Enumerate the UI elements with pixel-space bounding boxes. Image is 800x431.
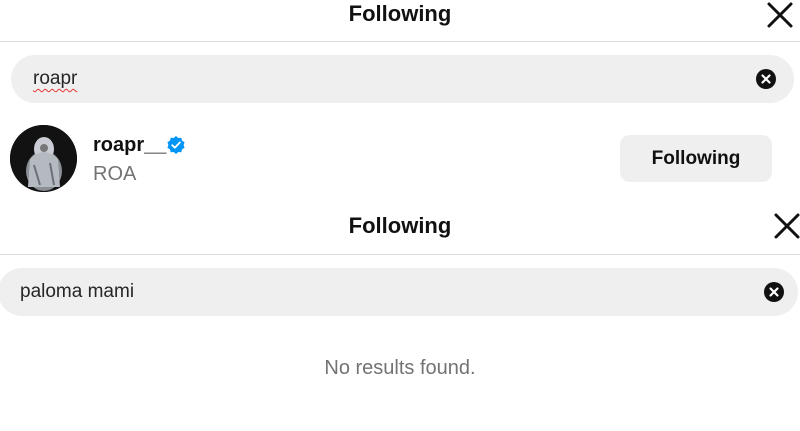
full-name: ROA bbox=[93, 163, 137, 185]
dialog-header: Following bbox=[0, 205, 800, 255]
dialog-title: Following bbox=[348, 1, 452, 26]
search-field[interactable]: roapr bbox=[11, 55, 794, 103]
verified-badge-icon bbox=[166, 135, 186, 155]
search-input[interactable]: paloma mami bbox=[20, 268, 134, 316]
list-item[interactable]: roapr__ ROA Following bbox=[0, 125, 800, 193]
following-dialog-bottom: Following paloma mami No results found. bbox=[0, 205, 800, 431]
dialog-header: Following bbox=[0, 0, 800, 42]
following-button[interactable]: Following bbox=[620, 135, 772, 182]
search-input[interactable]: roapr bbox=[33, 55, 77, 103]
search-field[interactable]: paloma mami bbox=[0, 268, 798, 316]
clear-search-icon[interactable] bbox=[756, 69, 776, 89]
clear-search-icon[interactable] bbox=[764, 282, 784, 302]
close-icon[interactable] bbox=[772, 211, 800, 241]
empty-state-message: No results found. bbox=[324, 357, 476, 379]
dialog-title: Following bbox=[348, 213, 452, 238]
avatar[interactable] bbox=[10, 125, 77, 192]
username[interactable]: roapr__ bbox=[93, 134, 166, 157]
close-icon[interactable] bbox=[765, 0, 795, 30]
following-dialog-top: Following roapr roapr__ ROA Following bbox=[0, 0, 800, 200]
